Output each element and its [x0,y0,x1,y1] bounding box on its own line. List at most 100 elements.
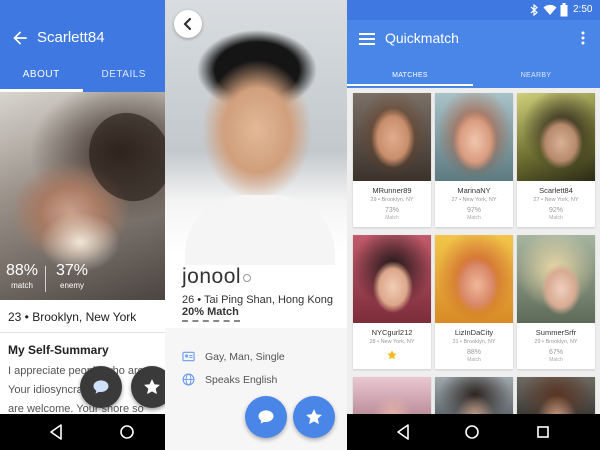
profile-age-location: 23 • Brooklyn, New York [8,310,137,324]
match-photo [517,377,595,417]
match-percent: 97% [466,207,481,214]
match-percent: 67% [548,349,563,356]
system-nav-bar [347,414,600,450]
match-label: Match [467,215,481,221]
star-icon [144,379,160,395]
star-icon [387,350,397,360]
wifi-icon [543,4,557,15]
tab-details[interactable]: DETAILS [83,62,166,92]
match-location: 29 • Brooklyn, NY [370,197,414,203]
match-name: LizInDaCity [454,328,494,337]
match-photo [517,93,595,181]
match-card[interactable]: NYCgurl212 28 • New York, NY [353,235,431,369]
match-percent: 88% [6,262,39,279]
match-name: MarinaNY [457,186,491,195]
profile-app-bar: Scarlett84 ABOUT DETAILS [0,0,165,92]
quickmatch-title: Quickmatch [385,30,459,46]
match-card[interactable]: LizInDaCity 31 • Brooklyn, NY 88% Match [435,235,513,369]
match-photo [435,93,513,181]
nav-home-icon[interactable] [463,423,481,441]
back-button[interactable] [174,10,202,38]
match-name: NYCgurl212 [371,328,413,337]
match-photo [435,235,513,323]
stat-divider [45,266,46,292]
nav-home-icon[interactable] [118,423,136,441]
match-photo [353,93,431,181]
tab-nearby[interactable]: NEARBY [473,68,599,84]
tab-matches[interactable]: MATCHES [347,68,473,86]
match-location: 27 • New York, NY [533,197,579,203]
match-stat: 88% match [6,262,38,290]
chat-bubble-icon [258,410,274,424]
nav-recents-icon[interactable] [535,423,551,441]
match-label: Match [467,357,481,363]
chat-bubble-icon [93,380,109,394]
match-percentage[interactable]: 20% Match [182,306,239,318]
match-photo [353,235,431,323]
favorite-button[interactable] [131,366,165,408]
match-location: 31 • Brooklyn, NY [452,339,496,345]
chevron-left-icon [183,17,192,31]
bluetooth-icon [530,4,538,16]
detail-screen: jonool 26 • Tai Ping Shan, Hong Kong 20%… [165,0,347,450]
match-card[interactable]: MRunner89 29 • Brooklyn, NY 73% Match [353,93,431,227]
match-label: Match [549,357,563,363]
orientation-row: Gay, Man, Single [182,350,285,363]
user-photo[interactable] [165,0,347,265]
profile-title: Scarlett84 [37,29,105,46]
match-card[interactable]: MarinaNY 27 • New York, NY 97% Match [435,93,513,227]
globe-icon [182,373,195,386]
match-card[interactable] [435,377,513,417]
match-underline [182,320,240,322]
orientation-text: Gay, Man, Single [205,350,285,363]
photo-hair-shape [74,99,165,215]
match-percent: 73% [384,207,399,214]
divider [0,332,165,333]
system-nav-bar [0,414,165,450]
match-photo [353,377,431,417]
match-photo [435,377,513,417]
profile-tabs: ABOUT DETAILS [0,62,165,92]
detail-age-location: 26 • Tai Ping Shan, Hong Kong [182,294,334,306]
match-location: 28 • New York, NY [369,339,415,345]
nav-back-icon[interactable] [395,423,411,441]
match-card[interactable] [517,377,595,417]
username: jonool [182,265,242,288]
status-bar: 2:50 [347,0,600,20]
quickmatch-app-bar: Quickmatch MATCHES NEARBY [347,20,600,88]
profile-screen: Scarlett84 ABOUT DETAILS 88% match 37% e… [0,0,165,450]
favorite-button[interactable] [293,396,335,438]
tab-about[interactable]: ABOUT [0,62,83,92]
status-time: 2:50 [573,4,593,15]
match-card[interactable] [353,377,431,417]
match-label: Match [549,215,563,221]
photo-shirt-shape [185,195,335,265]
match-location: 29 • Brooklyn, NY [534,339,578,345]
quickmatch-screen: 2:50 Quickmatch MATCHES NEARBY MRunner89… [347,0,600,450]
match-photo [517,235,595,323]
menu-icon[interactable] [359,32,375,46]
match-percent: 92% [548,207,563,214]
star-icon [306,409,322,425]
self-summary-heading: My Self-Summary [8,343,109,357]
battery-icon [560,3,568,17]
match-location: 27 • New York, NY [451,197,497,203]
match-card[interactable]: SummerSrfr 29 • Brooklyn, NY 67% Match [517,235,595,369]
message-button[interactable] [80,366,122,408]
id-card-icon [182,351,195,362]
enemy-percent: 37% [56,262,89,279]
match-percent: 88% [466,349,481,356]
match-name: SummerSrfr [535,328,577,337]
match-name: MRunner89 [372,186,412,195]
language-row: Speaks English [182,373,277,386]
overflow-menu-icon[interactable] [581,31,585,45]
online-status-icon [243,274,251,282]
match-card[interactable]: Scarlett84 27 • New York, NY 92% Match [517,93,595,227]
match-name: Scarlett84 [539,186,573,195]
enemy-label: enemy [60,281,85,290]
back-arrow-icon[interactable] [10,28,30,48]
enemy-stat: 37% enemy [56,262,88,290]
match-label: match [11,281,33,290]
nav-back-icon[interactable] [48,423,64,441]
message-button[interactable] [245,396,287,438]
